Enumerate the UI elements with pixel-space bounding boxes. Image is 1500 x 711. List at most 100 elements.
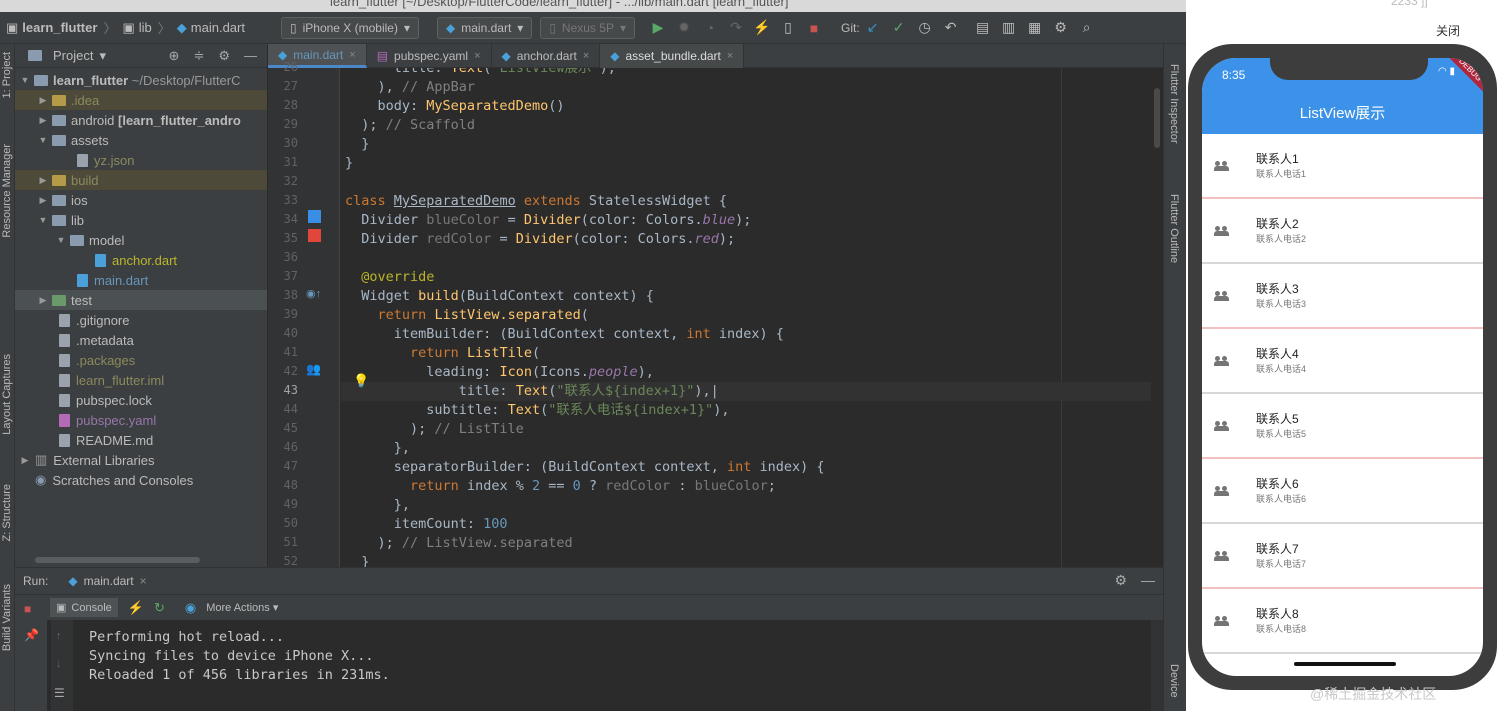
- history-icon[interactable]: ◷: [916, 19, 934, 37]
- tree-item-ios[interactable]: ▶ ios: [15, 190, 267, 210]
- gear-icon[interactable]: ⚙: [218, 48, 230, 64]
- tree-item-gitignore[interactable]: .gitignore: [15, 310, 267, 330]
- list-item[interactable]: 联系人7 联系人电话7: [1202, 524, 1483, 589]
- tree-item-assets[interactable]: ▼ assets: [15, 130, 267, 150]
- git-update-icon[interactable]: ↙: [864, 19, 882, 37]
- console-tab[interactable]: ▣ Console: [50, 598, 118, 617]
- attach-icon[interactable]: ↷: [727, 19, 745, 37]
- close-icon[interactable]: ×: [140, 574, 147, 588]
- locate-icon[interactable]: ⊕: [169, 48, 180, 64]
- chevron-right-icon[interactable]: ▶: [37, 195, 49, 206]
- tree-item-lib[interactable]: ▼ lib: [15, 210, 267, 230]
- tree-item-model[interactable]: ▼ model: [15, 230, 267, 250]
- close-icon[interactable]: ×: [349, 49, 355, 61]
- list-item[interactable]: 联系人8 联系人电话8: [1202, 589, 1483, 654]
- tree-item-android[interactable]: ▶ android [learn_flutter_andro: [15, 110, 267, 130]
- hot-reload-icon[interactable]: ⚡: [128, 600, 144, 616]
- hot-reload-icon[interactable]: ⚡: [753, 19, 771, 37]
- chevron-right-icon[interactable]: ▶: [19, 455, 31, 466]
- stop-icon[interactable]: ■: [805, 19, 823, 37]
- arrow-down-icon[interactable]: ↓: [56, 658, 62, 670]
- tree-item-iml[interactable]: learn_flutter.iml: [15, 370, 267, 390]
- project-view-selector[interactable]: Project: [53, 48, 93, 63]
- hide-icon[interactable]: —: [244, 48, 257, 64]
- breadcrumb-file[interactable]: ◆ main.dart: [171, 20, 251, 36]
- home-indicator[interactable]: [1294, 662, 1396, 666]
- hot-restart-icon[interactable]: ↻: [154, 600, 165, 616]
- pin-icon[interactable]: 📌: [24, 628, 39, 642]
- chevron-right-icon[interactable]: ▶: [37, 115, 49, 126]
- tree-item-packages[interactable]: .packages: [15, 350, 267, 370]
- horizontal-scrollbar[interactable]: [35, 557, 200, 563]
- list-item[interactable]: 联系人4 联系人电话4: [1202, 329, 1483, 394]
- tab-pubspec-yaml[interactable]: ▤ pubspec.yaml ×: [367, 44, 492, 68]
- blue-color-swatch-icon[interactable]: [308, 210, 321, 223]
- tree-item-scratches[interactable]: ◉ Scratches and Consoles: [15, 470, 267, 490]
- device-tab[interactable]: Device: [1168, 664, 1180, 698]
- close-icon[interactable]: ×: [727, 50, 733, 62]
- editor-vertical-scrollbar[interactable]: [1151, 68, 1163, 567]
- arrow-up-icon[interactable]: ↑: [56, 630, 62, 642]
- structure-tab[interactable]: Z: Structure: [1, 484, 13, 541]
- resource-manager-tab[interactable]: Resource Manager: [1, 144, 13, 238]
- emulator-selector[interactable]: ▯ Nexus 5P ▾: [540, 16, 635, 39]
- gear-icon[interactable]: ⚙: [1114, 572, 1127, 589]
- device-selector[interactable]: ▯ iPhone X (mobile) ▾: [280, 16, 420, 39]
- hide-icon[interactable]: —: [1141, 572, 1155, 589]
- console-scrollbar[interactable]: [1151, 620, 1163, 711]
- debug-icon[interactable]: ✹: [675, 19, 693, 37]
- close-button[interactable]: 关闭: [1436, 22, 1460, 39]
- rollback-icon[interactable]: ↶: [942, 19, 960, 37]
- tree-item-root[interactable]: ▼ learn_flutter ~/Desktop/FlutterC: [15, 70, 267, 90]
- tab-anchor-dart[interactable]: ◆ anchor.dart ×: [492, 44, 601, 68]
- tree-item-yz-json[interactable]: yz.json: [15, 150, 267, 170]
- chevron-right-icon[interactable]: ▶: [37, 295, 49, 306]
- chevron-down-icon[interactable]: ▼: [37, 215, 49, 225]
- settings-icon[interactable]: ⚙: [1052, 19, 1070, 37]
- override-icon[interactable]: ◉↑: [306, 287, 321, 300]
- git-commit-icon[interactable]: ✓: [890, 19, 908, 37]
- chevron-down-icon[interactable]: ▼: [55, 235, 67, 245]
- layout-captures-tab[interactable]: Layout Captures: [1, 354, 13, 435]
- list-item[interactable]: 联系人1 联系人电话1: [1202, 134, 1483, 199]
- run-tab-main-dart[interactable]: ◆ main.dart ×: [60, 574, 154, 588]
- chevron-right-icon[interactable]: ▶: [37, 95, 49, 106]
- flutter-outline-tab[interactable]: Flutter Outline: [1168, 194, 1180, 263]
- breadcrumb-project[interactable]: ▣ learn_flutter: [0, 20, 103, 36]
- console-output[interactable]: Performing hot reload... Syncing files to…: [89, 628, 390, 685]
- tree-item-pubspec-yaml[interactable]: pubspec.yaml: [15, 410, 267, 430]
- sdk-manager-icon[interactable]: ▥: [1000, 19, 1018, 37]
- chevron-down-icon[interactable]: ▾: [99, 48, 106, 64]
- tree-item-build[interactable]: ▶ build: [15, 170, 267, 190]
- tree-item-idea[interactable]: ▶ .idea: [15, 90, 267, 110]
- tree-item-pubspec-lock[interactable]: pubspec.lock: [15, 390, 267, 410]
- stop-icon[interactable]: ■: [24, 602, 31, 616]
- collapse-icon[interactable]: ≑: [193, 48, 204, 64]
- flutter-inspector-tab[interactable]: Flutter Inspector: [1168, 64, 1180, 143]
- tree-item-test[interactable]: ▶ test: [15, 290, 267, 310]
- project-structure-icon[interactable]: ▤: [974, 19, 992, 37]
- more-actions-button[interactable]: More Actions ▾: [206, 601, 278, 614]
- chevron-down-icon[interactable]: ▼: [19, 75, 31, 85]
- close-icon[interactable]: ×: [583, 50, 589, 62]
- breadcrumb-lib[interactable]: ▣ lib: [116, 20, 157, 36]
- tree-item-external-libraries[interactable]: ▶ ▥ External Libraries: [15, 450, 267, 470]
- chevron-down-icon[interactable]: ▼: [37, 135, 49, 145]
- list-item[interactable]: 联系人6 联系人电话6: [1202, 459, 1483, 524]
- list-item[interactable]: 联系人2 联系人电话2: [1202, 199, 1483, 264]
- project-tool-tab[interactable]: 1: Project: [1, 52, 13, 98]
- run-icon[interactable]: ▶: [649, 19, 667, 37]
- run-config-selector[interactable]: ◆ main.dart ▾: [437, 16, 533, 39]
- code-editor[interactable]: title: Text("ListView展示"), ), // AppBar …: [341, 68, 1163, 567]
- tree-item-main-dart[interactable]: main.dart: [15, 270, 267, 290]
- avd-manager-icon[interactable]: ▦: [1026, 19, 1044, 37]
- devtools-icon[interactable]: ◉: [185, 600, 196, 616]
- search-icon[interactable]: ⌕: [1078, 19, 1096, 37]
- list-item[interactable]: 联系人3 联系人电话3: [1202, 264, 1483, 329]
- device-icon[interactable]: ▯: [779, 19, 797, 37]
- close-icon[interactable]: ×: [474, 50, 480, 62]
- scroll-thumb[interactable]: [1154, 88, 1160, 148]
- lightbulb-icon[interactable]: 💡: [353, 374, 369, 389]
- tab-asset-bundle-dart[interactable]: ◆ asset_bundle.dart ×: [600, 44, 745, 68]
- red-color-swatch-icon[interactable]: [308, 229, 321, 242]
